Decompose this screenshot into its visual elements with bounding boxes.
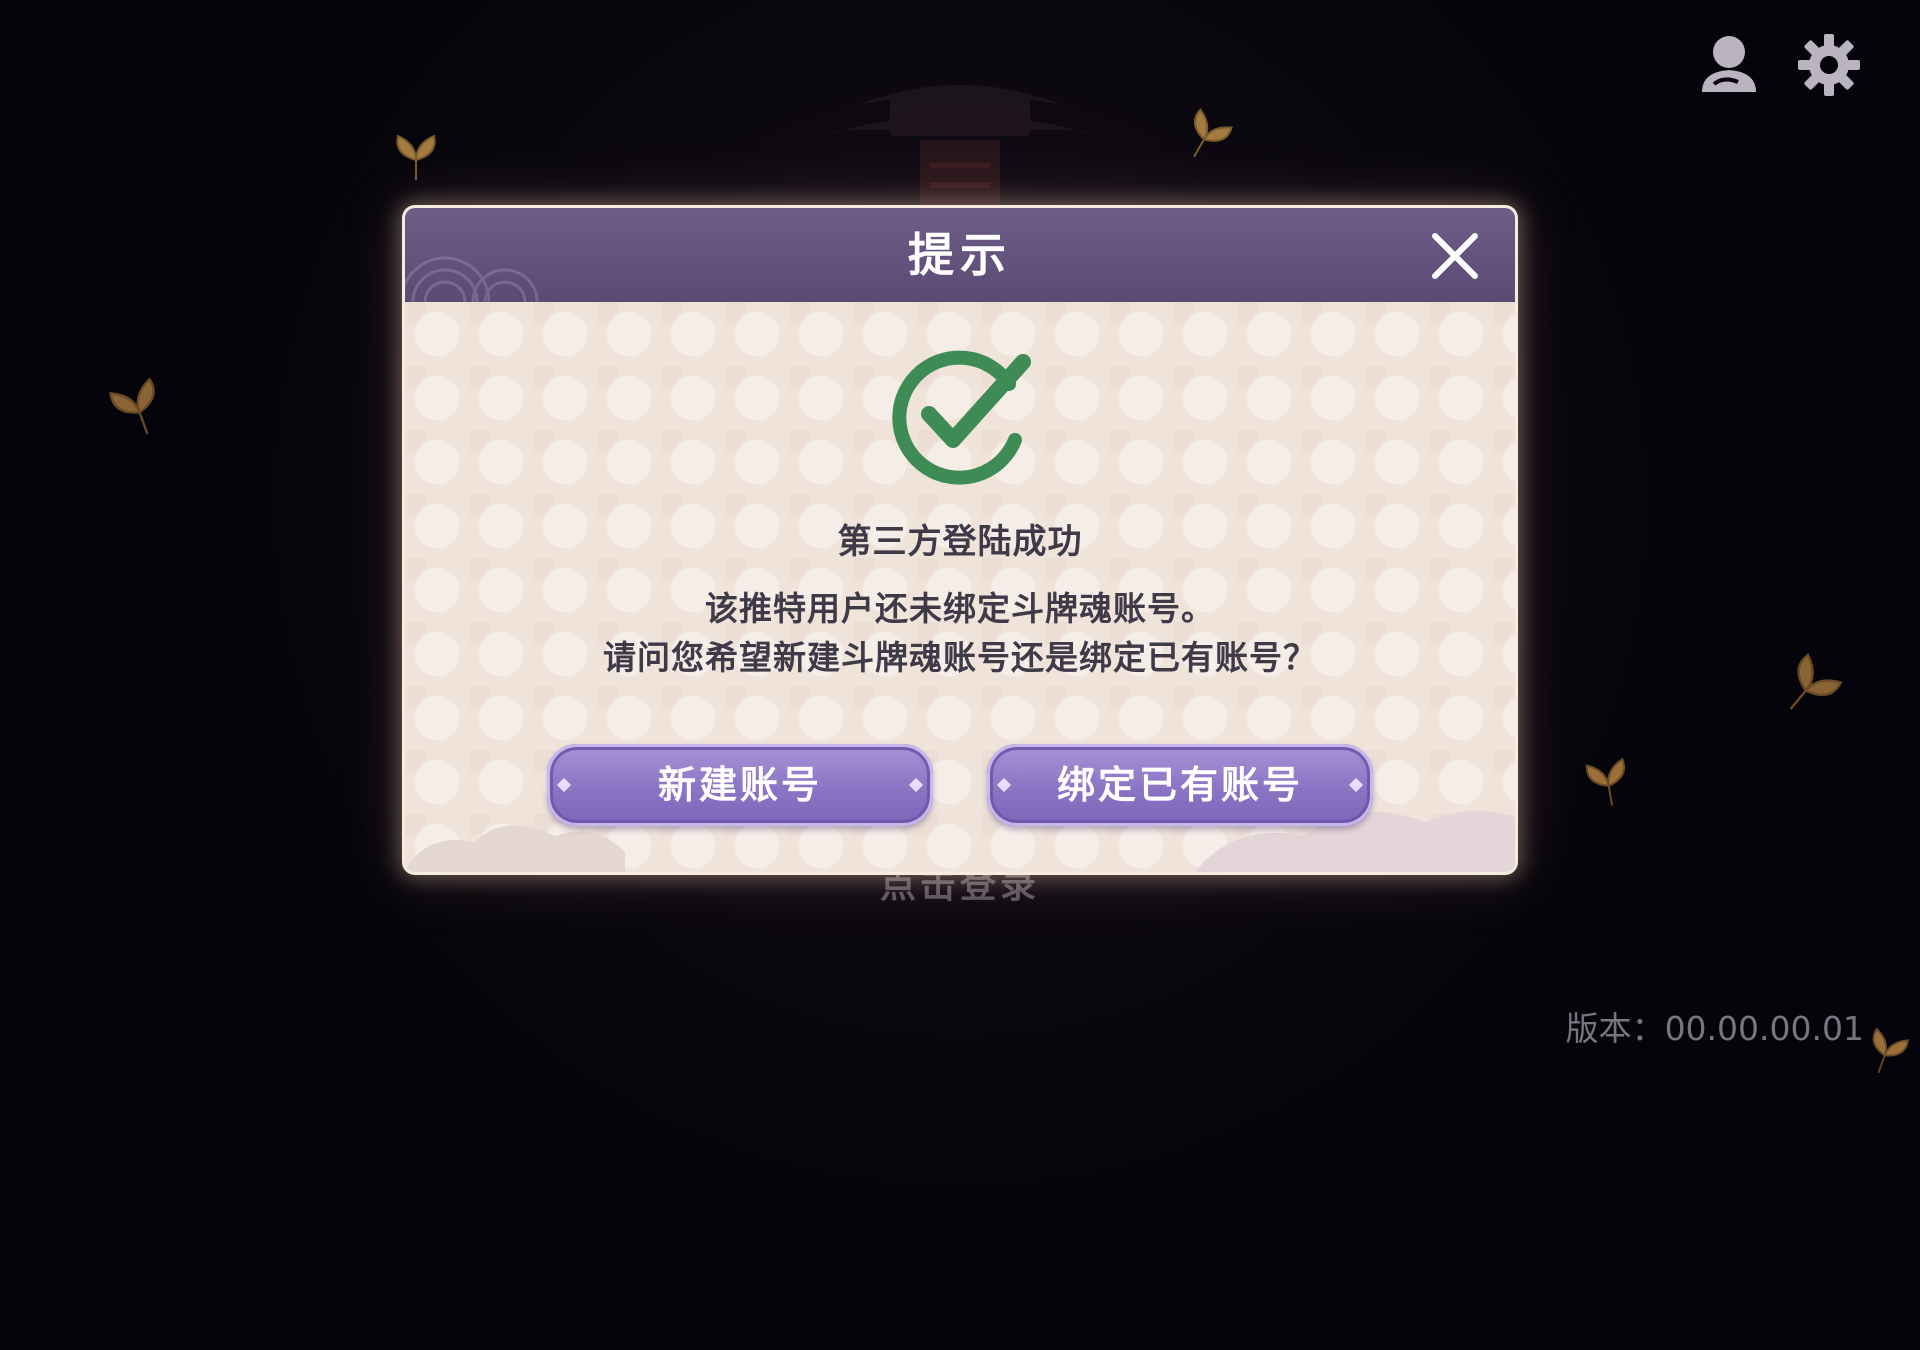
dialog-title: 提示 — [908, 228, 1012, 282]
new-account-button[interactable]: 新建账号 — [547, 744, 933, 826]
dialog-message: 该推特用户还未绑定斗牌魂账号。 请问您希望新建斗牌魂账号还是绑定已有账号？ — [405, 584, 1515, 682]
dialog-header: 提示 — [405, 208, 1515, 302]
prompt-dialog: 提示 第三方登陆成功 该推特用户还未绑定斗牌魂账号。 请问您希望新建斗牌魂账号还… — [405, 208, 1515, 872]
user-icon[interactable] — [1694, 30, 1764, 100]
message-line: 请问您希望新建斗牌魂账号还是绑定已有账号？ — [603, 638, 1317, 677]
bind-account-button[interactable]: 绑定已有账号 — [987, 744, 1373, 826]
gear-icon[interactable] — [1794, 30, 1864, 100]
bind-account-label: 绑定已有账号 — [1056, 763, 1303, 807]
pavilion-silhouette — [810, 85, 1110, 220]
new-account-label: 新建账号 — [657, 763, 822, 807]
diamond-ornament — [996, 777, 1012, 793]
diamond-ornament — [556, 777, 572, 793]
close-icon[interactable] — [1429, 230, 1481, 282]
ginkgo-leaf-decoration — [1872, 1027, 1909, 1074]
checkmark-icon — [892, 350, 1031, 485]
message-line: 该推特用户还未绑定斗牌魂账号。 — [705, 589, 1215, 628]
diamond-ornament — [908, 777, 924, 793]
ginkgo-leaf-decoration — [396, 134, 436, 180]
version-label: 版本：00.00.00.01 — [1565, 1009, 1864, 1048]
diamond-ornament — [1348, 777, 1364, 793]
ginkgo-leaf-decoration — [1585, 757, 1626, 806]
success-text: 第三方登陆成功 — [837, 522, 1083, 562]
